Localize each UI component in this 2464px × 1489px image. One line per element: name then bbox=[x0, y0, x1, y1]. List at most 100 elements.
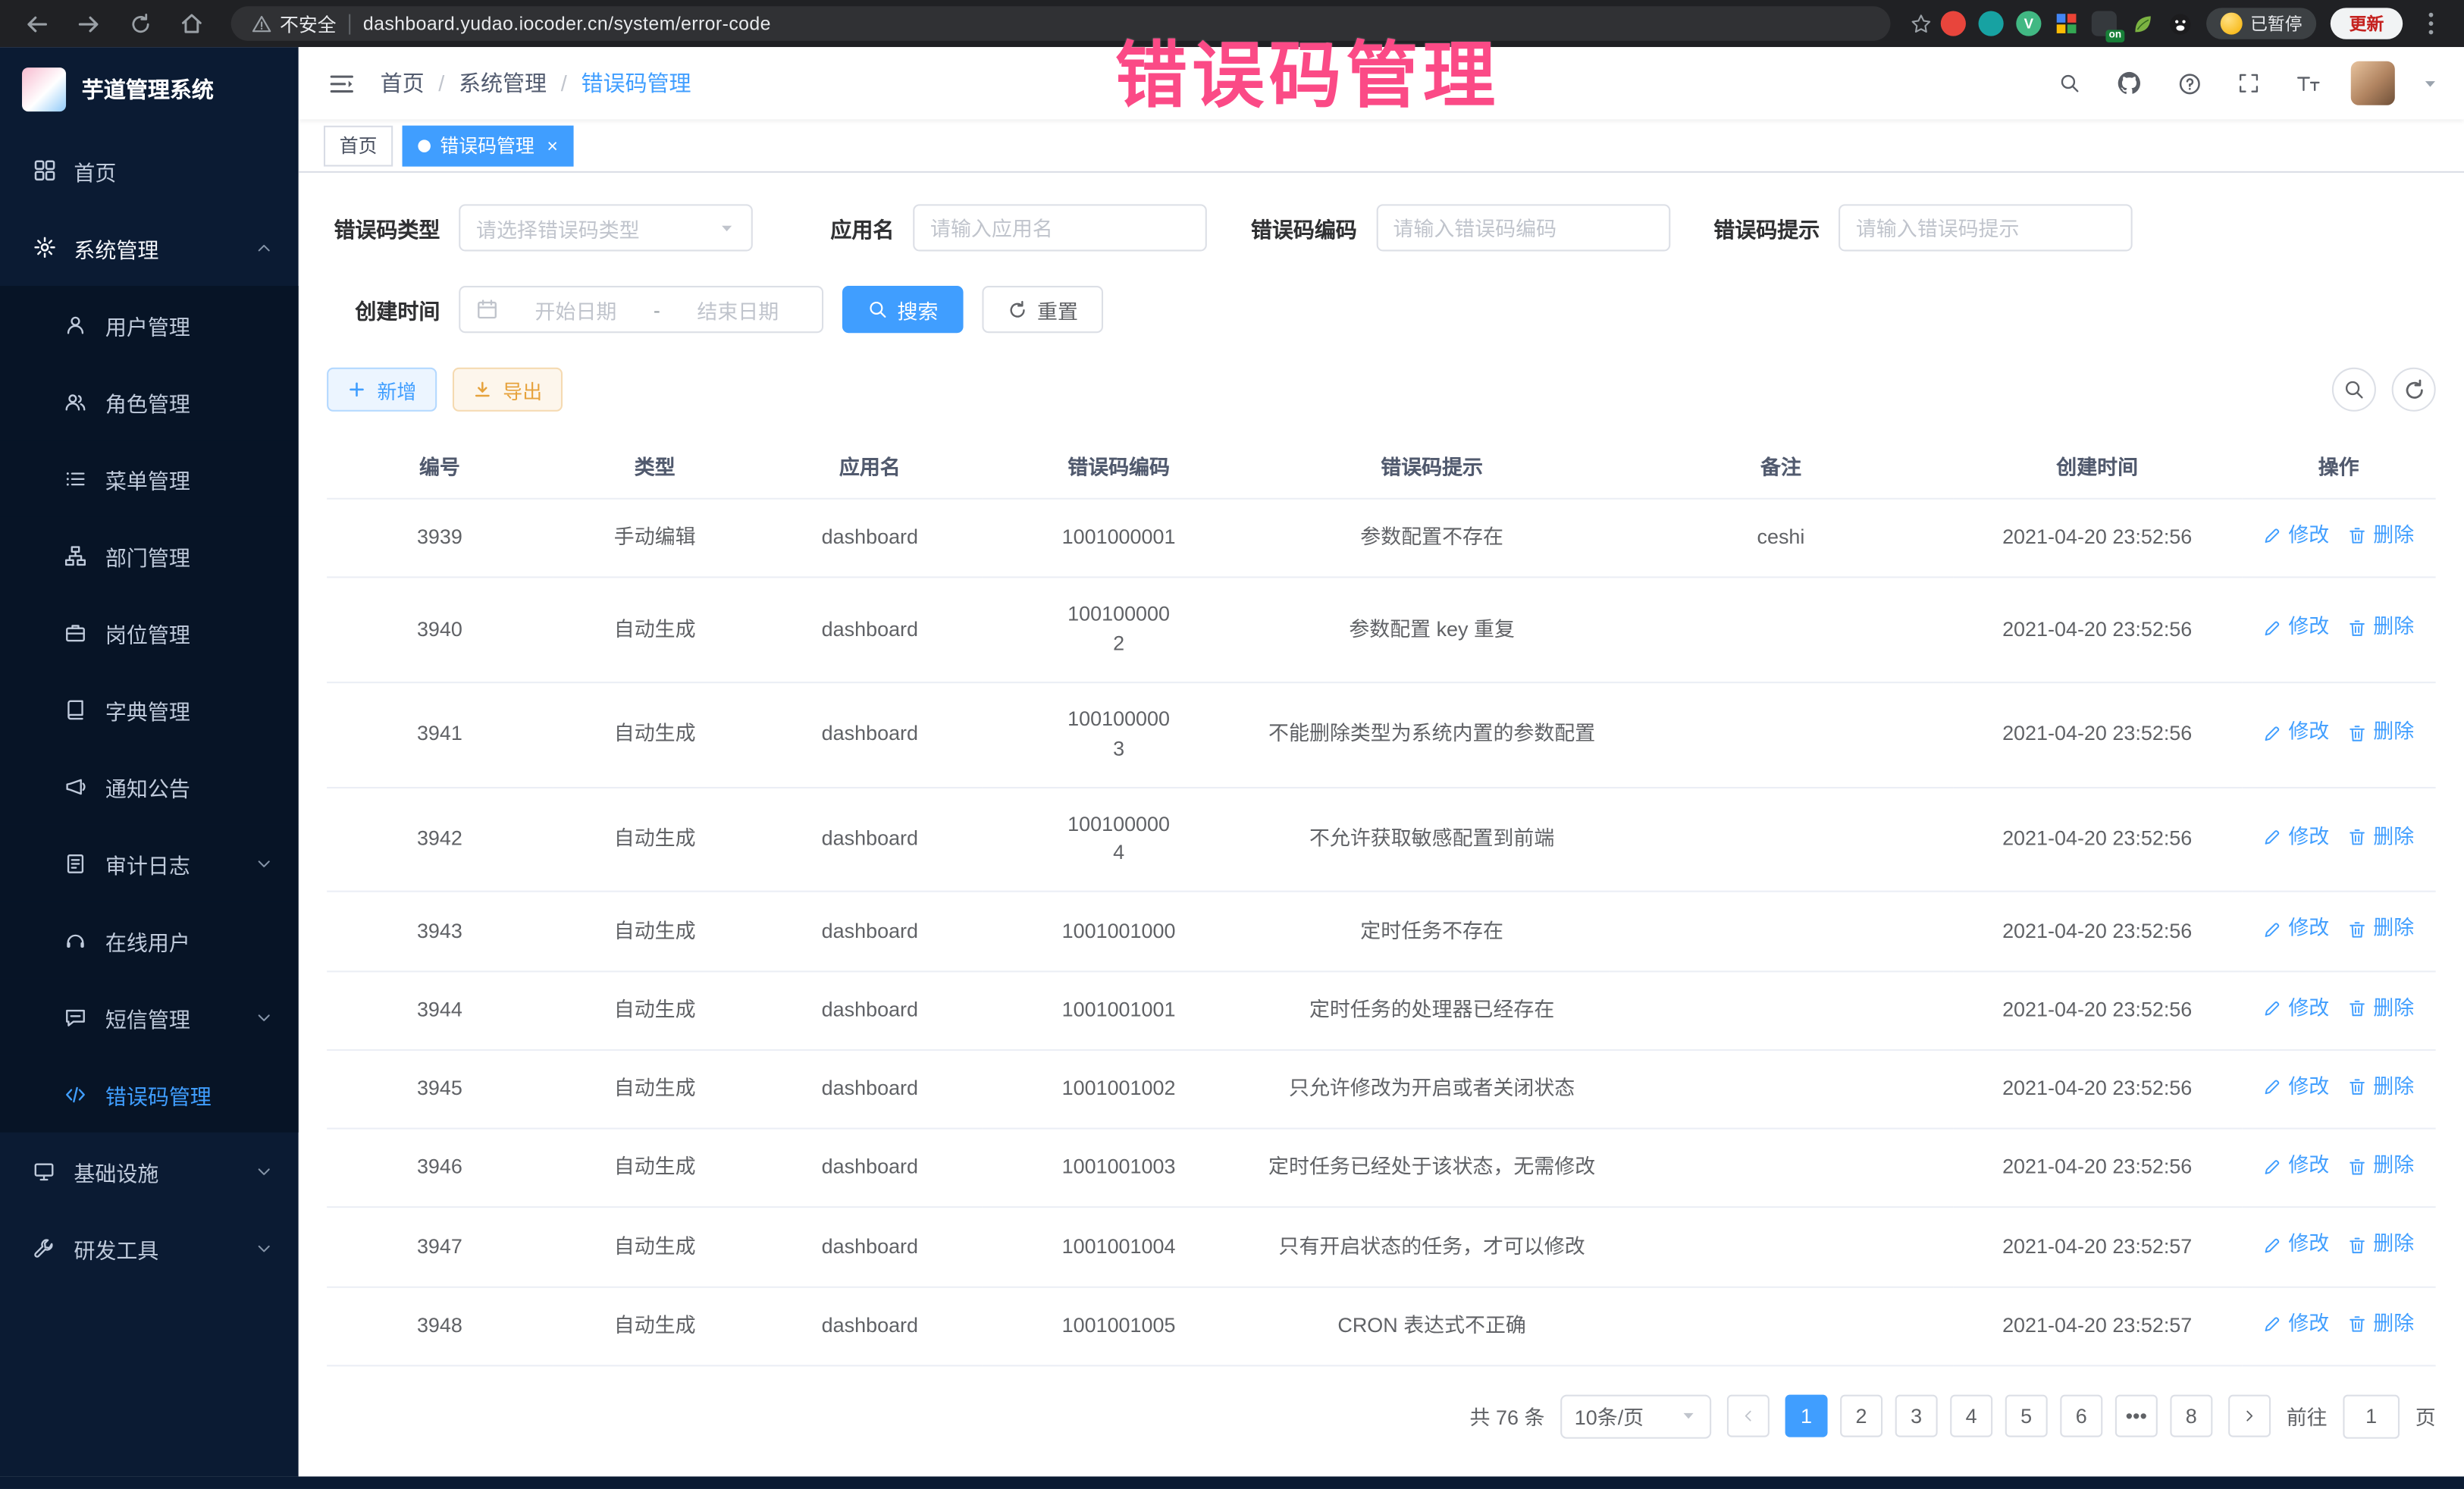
extension-vue-devtools-icon[interactable]: V bbox=[2016, 11, 2041, 36]
add-button[interactable]: 新增 bbox=[327, 368, 437, 412]
sidebar-item-sms[interactable]: 短信管理 bbox=[0, 979, 299, 1056]
avatar-caret-icon[interactable] bbox=[2420, 66, 2439, 101]
fullscreen-icon[interactable] bbox=[2231, 66, 2266, 101]
browser-update-button[interactable]: 更新 bbox=[2331, 8, 2403, 39]
page-button-2[interactable]: 2 bbox=[1840, 1396, 1882, 1438]
edit-icon bbox=[2263, 999, 2282, 1018]
sidebar-item-system[interactable]: 系统管理 bbox=[0, 209, 299, 287]
export-button[interactable]: 导出 bbox=[453, 368, 563, 412]
browser-back-button[interactable] bbox=[22, 9, 50, 37]
edit-link[interactable]: 修改 bbox=[2263, 823, 2329, 852]
extension-paw-icon[interactable] bbox=[2167, 11, 2192, 36]
page-size-select[interactable]: 10条/页 bbox=[1560, 1395, 1711, 1439]
prev-page-button[interactable] bbox=[1727, 1396, 1770, 1438]
page-button-1[interactable]: 1 bbox=[1785, 1396, 1828, 1438]
sidebar-item-notice[interactable]: 通知公告 bbox=[0, 748, 299, 825]
breadcrumb-item[interactable]: 首页 bbox=[381, 67, 425, 99]
edit-link[interactable]: 修改 bbox=[2263, 1309, 2329, 1339]
next-page-button[interactable] bbox=[2228, 1396, 2271, 1438]
github-icon[interactable] bbox=[2112, 66, 2147, 101]
bookmark-star-icon[interactable] bbox=[1906, 9, 1934, 37]
delete-link[interactable]: 删除 bbox=[2348, 522, 2414, 551]
date-range-picker[interactable]: 开始日期 - 结束日期 bbox=[459, 286, 823, 333]
delete-link[interactable]: 删除 bbox=[2348, 613, 2414, 643]
edit-link[interactable]: 修改 bbox=[2263, 718, 2329, 748]
app-logo[interactable]: 芋道管理系统 bbox=[0, 47, 299, 132]
delete-link[interactable]: 删除 bbox=[2348, 823, 2414, 852]
browser-reload-button[interactable] bbox=[126, 9, 154, 37]
logo-image bbox=[22, 67, 66, 111]
tag-error-code[interactable]: 错误码管理× bbox=[403, 125, 574, 166]
header-search-icon[interactable] bbox=[2052, 66, 2087, 101]
sidebar-item-home[interactable]: 首页 bbox=[0, 132, 299, 209]
app-name-input[interactable] bbox=[930, 216, 1190, 240]
column-header: 应用名 bbox=[757, 434, 983, 499]
help-icon[interactable] bbox=[2171, 66, 2206, 101]
refresh-table-button[interactable] bbox=[2392, 368, 2436, 412]
page-ellipsis[interactable]: ••• bbox=[2115, 1396, 2158, 1438]
tag-home[interactable]: 首页 bbox=[324, 125, 393, 166]
search-button[interactable]: 搜索 bbox=[842, 286, 964, 333]
sidebar-item-infra[interactable]: 基础设施 bbox=[0, 1133, 299, 1210]
sidebar-item-dev-tools[interactable]: 研发工具 bbox=[0, 1209, 299, 1287]
error-msg-input[interactable] bbox=[1856, 216, 2115, 240]
page-button-4[interactable]: 4 bbox=[1950, 1396, 1992, 1438]
error-type-select[interactable]: 请选择错误码类型 bbox=[459, 204, 753, 251]
delete-link[interactable]: 删除 bbox=[2348, 914, 2414, 944]
edit-link[interactable]: 修改 bbox=[2263, 1230, 2329, 1260]
profile-chip[interactable]: 已暂停 bbox=[2206, 8, 2316, 39]
trash-icon bbox=[2348, 1078, 2367, 1097]
page-button-5[interactable]: 5 bbox=[2005, 1396, 2048, 1438]
sidebar-item-dept[interactable]: 部门管理 bbox=[0, 517, 299, 594]
cell-time: 2021-04-20 23:52:56 bbox=[1953, 892, 2242, 970]
page-button-3[interactable]: 3 bbox=[1895, 1396, 1938, 1438]
extension-leaf-icon[interactable] bbox=[2130, 11, 2155, 36]
edit-link[interactable]: 修改 bbox=[2263, 914, 2329, 944]
hamburger-icon[interactable] bbox=[324, 66, 359, 101]
delete-link[interactable]: 删除 bbox=[2348, 1073, 2414, 1102]
column-header: 备注 bbox=[1609, 434, 1952, 499]
goto-page-input[interactable] bbox=[2343, 1395, 2400, 1439]
edit-link[interactable]: 修改 bbox=[2263, 1073, 2329, 1102]
extension-pin-icon[interactable] bbox=[1979, 11, 2004, 36]
delete-link[interactable]: 删除 bbox=[2348, 1152, 2414, 1181]
edit-link[interactable]: 修改 bbox=[2263, 1152, 2329, 1181]
screenshot-root: 不安全 dashboard.yudao.iocoder.cn/system/er… bbox=[0, 0, 2464, 1489]
delete-link[interactable]: 删除 bbox=[2348, 1230, 2414, 1260]
table-row: 3943自动生成dashboard1001001000定时任务不存在2021-0… bbox=[327, 892, 2436, 970]
reset-button[interactable]: 重置 bbox=[982, 286, 1103, 333]
tag-close-icon[interactable]: × bbox=[547, 136, 558, 155]
browser-forward-button[interactable] bbox=[74, 9, 102, 37]
page-button-8[interactable]: 8 bbox=[2170, 1396, 2212, 1438]
delete-link[interactable]: 删除 bbox=[2348, 1309, 2414, 1339]
page-button-6[interactable]: 6 bbox=[2060, 1396, 2102, 1438]
cell-app: dashboard bbox=[757, 892, 983, 970]
browser-menu-icon[interactable] bbox=[2417, 9, 2445, 37]
error-code-input[interactable] bbox=[1393, 216, 1652, 240]
extension-record-icon[interactable] bbox=[1941, 11, 1966, 36]
delete-link[interactable]: 删除 bbox=[2348, 718, 2414, 748]
edit-link[interactable]: 修改 bbox=[2263, 522, 2329, 551]
sidebar-item-dict[interactable]: 字典管理 bbox=[0, 671, 299, 748]
user-avatar[interactable] bbox=[2351, 61, 2395, 105]
font-size-icon[interactable] bbox=[2291, 66, 2326, 101]
sidebar-item-role[interactable]: 角色管理 bbox=[0, 363, 299, 440]
sidebar-item-label: 系统管理 bbox=[74, 232, 267, 263]
sidebar-item-error-code[interactable]: 错误码管理 bbox=[0, 1055, 299, 1133]
extension-switch-icon[interactable]: on bbox=[2092, 11, 2117, 36]
sidebar-item-online-user[interactable]: 在线用户 bbox=[0, 901, 299, 979]
toggle-search-button[interactable] bbox=[2332, 368, 2376, 412]
sidebar-item-user[interactable]: 用户管理 bbox=[0, 286, 299, 363]
security-status[interactable]: 不安全 bbox=[250, 10, 337, 36]
cell-memo bbox=[1609, 787, 1952, 892]
edit-link[interactable]: 修改 bbox=[2263, 994, 2329, 1023]
address-bar[interactable]: 不安全 dashboard.yudao.iocoder.cn/system/er… bbox=[231, 6, 1891, 41]
browser-home-button[interactable] bbox=[177, 9, 205, 37]
breadcrumb-item[interactable]: 系统管理 bbox=[459, 67, 547, 99]
sidebar-item-post[interactable]: 岗位管理 bbox=[0, 594, 299, 671]
sidebar-item-audit-log[interactable]: 审计日志 bbox=[0, 825, 299, 902]
edit-link[interactable]: 修改 bbox=[2263, 613, 2329, 643]
extension-apps-grid-icon[interactable] bbox=[2054, 11, 2079, 36]
delete-link[interactable]: 删除 bbox=[2348, 994, 2414, 1023]
sidebar-item-menu[interactable]: 菜单管理 bbox=[0, 440, 299, 517]
